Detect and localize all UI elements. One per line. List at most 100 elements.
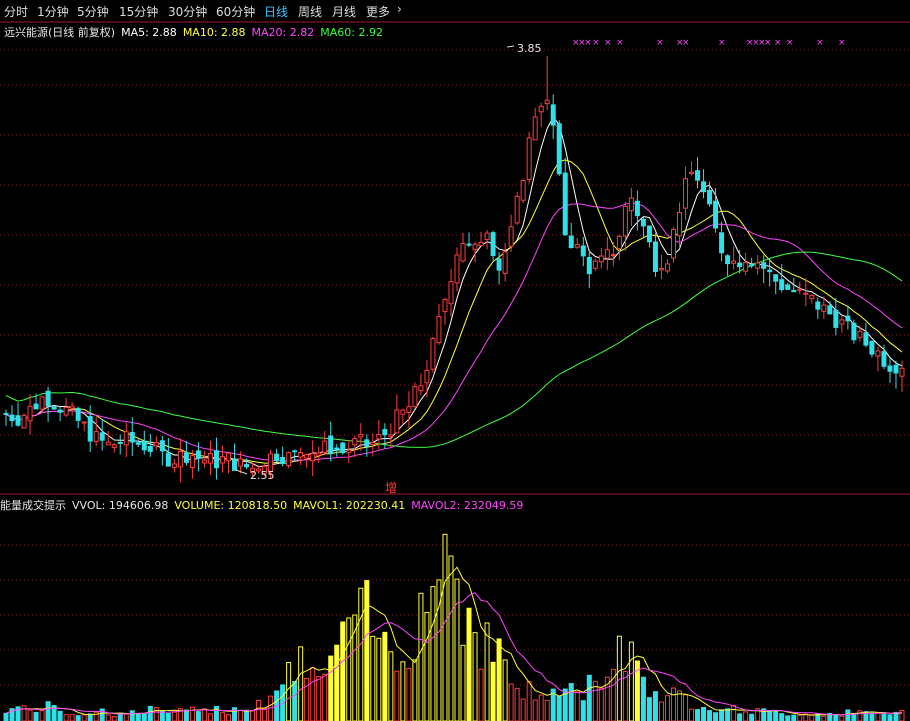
volume-bar	[364, 580, 370, 721]
volume-bar	[652, 691, 658, 721]
candle-body	[809, 295, 815, 300]
candle-body	[87, 416, 93, 442]
candle-body	[701, 181, 707, 193]
candle-body	[610, 254, 616, 257]
signal-marker: ×	[816, 38, 824, 48]
candle-body	[45, 390, 51, 407]
volume-bar	[538, 694, 544, 721]
signal-marker: ×	[786, 38, 794, 48]
candle-body	[33, 403, 39, 410]
volume-bar	[219, 712, 225, 721]
candle-body	[117, 441, 123, 444]
signal-marker: ×	[682, 38, 690, 48]
candle-body	[707, 189, 713, 205]
volume-bar	[743, 711, 749, 721]
candle-body	[550, 104, 556, 126]
candle-body	[274, 453, 280, 462]
candle-body	[430, 338, 436, 370]
candle-body	[460, 243, 466, 262]
volume-bar	[75, 715, 81, 721]
volume-bar	[105, 714, 111, 721]
volume-bar	[406, 667, 412, 721]
volume-bar	[316, 676, 322, 721]
candle-body	[472, 243, 478, 251]
candle-body	[219, 456, 225, 464]
candle-body	[424, 369, 430, 384]
volume-bar	[129, 710, 135, 721]
candle-body	[502, 251, 508, 275]
candle-body	[376, 433, 382, 440]
candle-body	[39, 396, 45, 410]
candle-body	[322, 440, 328, 454]
signal-marker: ×	[656, 38, 664, 48]
volume-bar	[171, 711, 177, 721]
volume-bar	[869, 712, 875, 721]
ma20-line	[5, 202, 903, 462]
volume-bar	[57, 710, 63, 721]
volume-bar	[213, 705, 219, 721]
volume-bar	[779, 713, 785, 721]
candle-body	[99, 432, 105, 441]
signal-marker: ×	[616, 38, 624, 48]
volume-bar	[322, 673, 328, 721]
candlestick-series	[3, 55, 905, 483]
volume-bar	[3, 712, 9, 721]
candle-body	[490, 232, 496, 257]
volume-bar	[153, 707, 159, 721]
candle-body	[779, 279, 785, 291]
volume-bar	[719, 709, 725, 721]
volume-bar	[111, 715, 117, 721]
candle-body	[105, 441, 111, 446]
candle-body	[436, 316, 442, 344]
candle-body	[520, 180, 526, 201]
candle-body	[767, 269, 773, 273]
candle-body	[743, 262, 749, 272]
candle-body	[851, 322, 857, 341]
volume-bar	[201, 708, 207, 721]
volume-bar	[63, 714, 69, 721]
volume-bar	[544, 699, 550, 721]
volume-bar	[286, 662, 292, 721]
volume-bar	[135, 713, 141, 721]
candle-body	[93, 431, 99, 442]
candle-body	[833, 309, 839, 328]
volume-bar	[737, 713, 743, 721]
volume-bar	[725, 708, 731, 721]
volume-bar	[532, 699, 538, 721]
candle-body	[15, 415, 21, 426]
candle-body	[797, 288, 803, 291]
candle-body	[803, 292, 809, 295]
volume-bar	[346, 617, 352, 721]
candle-body	[310, 453, 316, 462]
volume-bar	[400, 661, 406, 721]
candle-body	[580, 245, 586, 257]
volume-bar	[574, 691, 580, 721]
candle-body	[280, 456, 286, 465]
candle-body	[761, 262, 767, 269]
volume-bar	[466, 607, 472, 721]
candle-body	[370, 442, 376, 445]
candle-body	[544, 99, 550, 105]
candle-body	[454, 254, 460, 284]
candle-body	[875, 350, 881, 357]
candle-body	[316, 452, 322, 456]
candle-body	[604, 249, 610, 259]
volume-bar	[478, 668, 484, 721]
kline-chart[interactable]: ××× × × × × ×× × ×××× × × × × 3.85 2.55 增	[0, 0, 910, 721]
candle-body	[821, 304, 827, 312]
candle-body	[773, 274, 779, 282]
candle-body	[177, 450, 183, 468]
candle-body	[478, 241, 484, 247]
volume-bar	[508, 683, 514, 721]
volume-bar	[556, 695, 562, 721]
candle-body	[815, 301, 821, 310]
volume-bar	[141, 713, 147, 721]
volume-bar	[797, 714, 803, 721]
volume-bar	[646, 697, 652, 721]
volume-bar	[81, 714, 87, 721]
volume-bar	[250, 710, 256, 721]
volume-bar	[640, 676, 646, 721]
volume-ma-lines	[5, 566, 903, 716]
candle-body	[364, 439, 370, 447]
volume-bar	[689, 708, 695, 721]
